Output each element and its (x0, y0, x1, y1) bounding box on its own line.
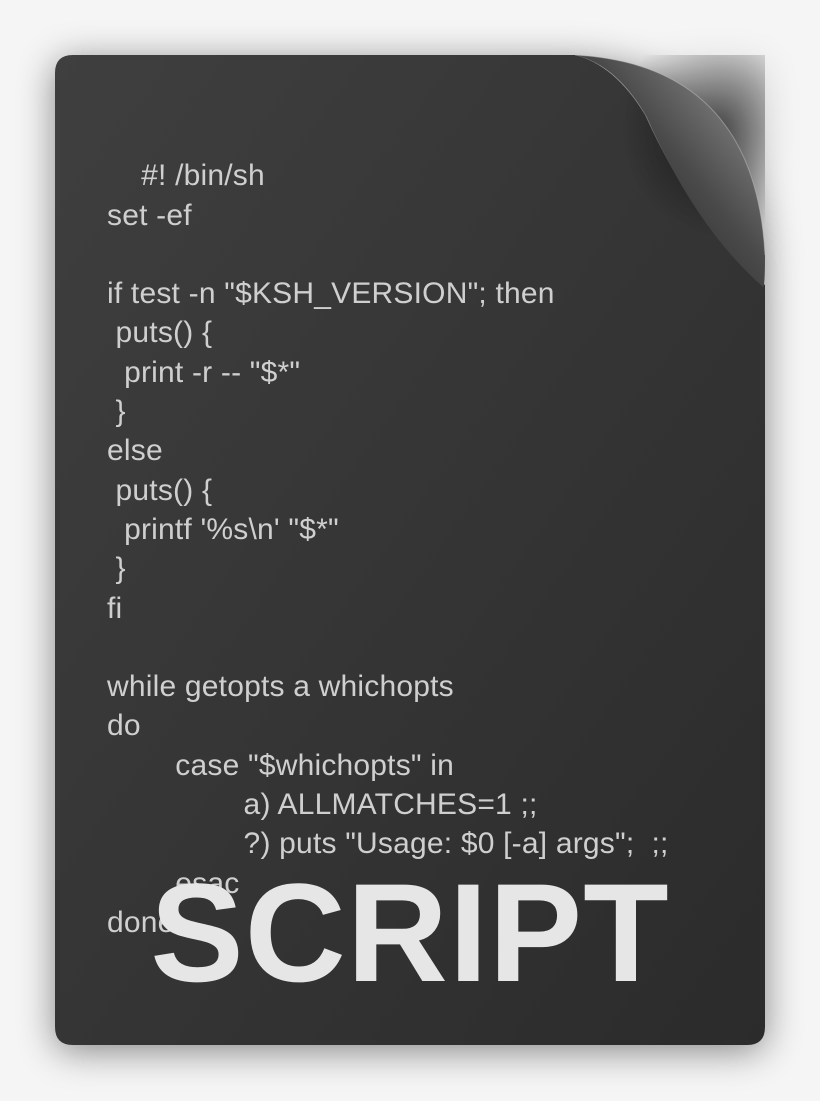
code-line: puts() { (107, 474, 212, 507)
code-line: print -r -- "$*" (107, 356, 300, 389)
code-line: puts() { (107, 316, 212, 349)
code-line: a) ALLMATCHES=1 ;; (107, 788, 538, 821)
code-line: fi (107, 592, 122, 625)
code-line: do (107, 709, 141, 742)
script-document-icon: #! /bin/sh set -ef if test -n "$KSH_VERS… (55, 55, 765, 1045)
code-line: #! /bin/sh (141, 159, 265, 192)
code-line: set -ef (107, 199, 192, 232)
code-line: printf '%s\n' "$*" (107, 513, 339, 546)
code-line: case "$whichopts" in (107, 749, 454, 782)
code-line: while getopts a whichopts (107, 670, 454, 703)
script-code-block: #! /bin/sh set -ef if test -n "$KSH_VERS… (107, 117, 669, 982)
code-line: if test -n "$KSH_VERSION"; then (107, 277, 555, 310)
code-line: else (107, 434, 163, 467)
code-line: } (107, 552, 126, 585)
code-line: } (107, 395, 126, 428)
file-type-label: SCRIPT (55, 863, 765, 1003)
